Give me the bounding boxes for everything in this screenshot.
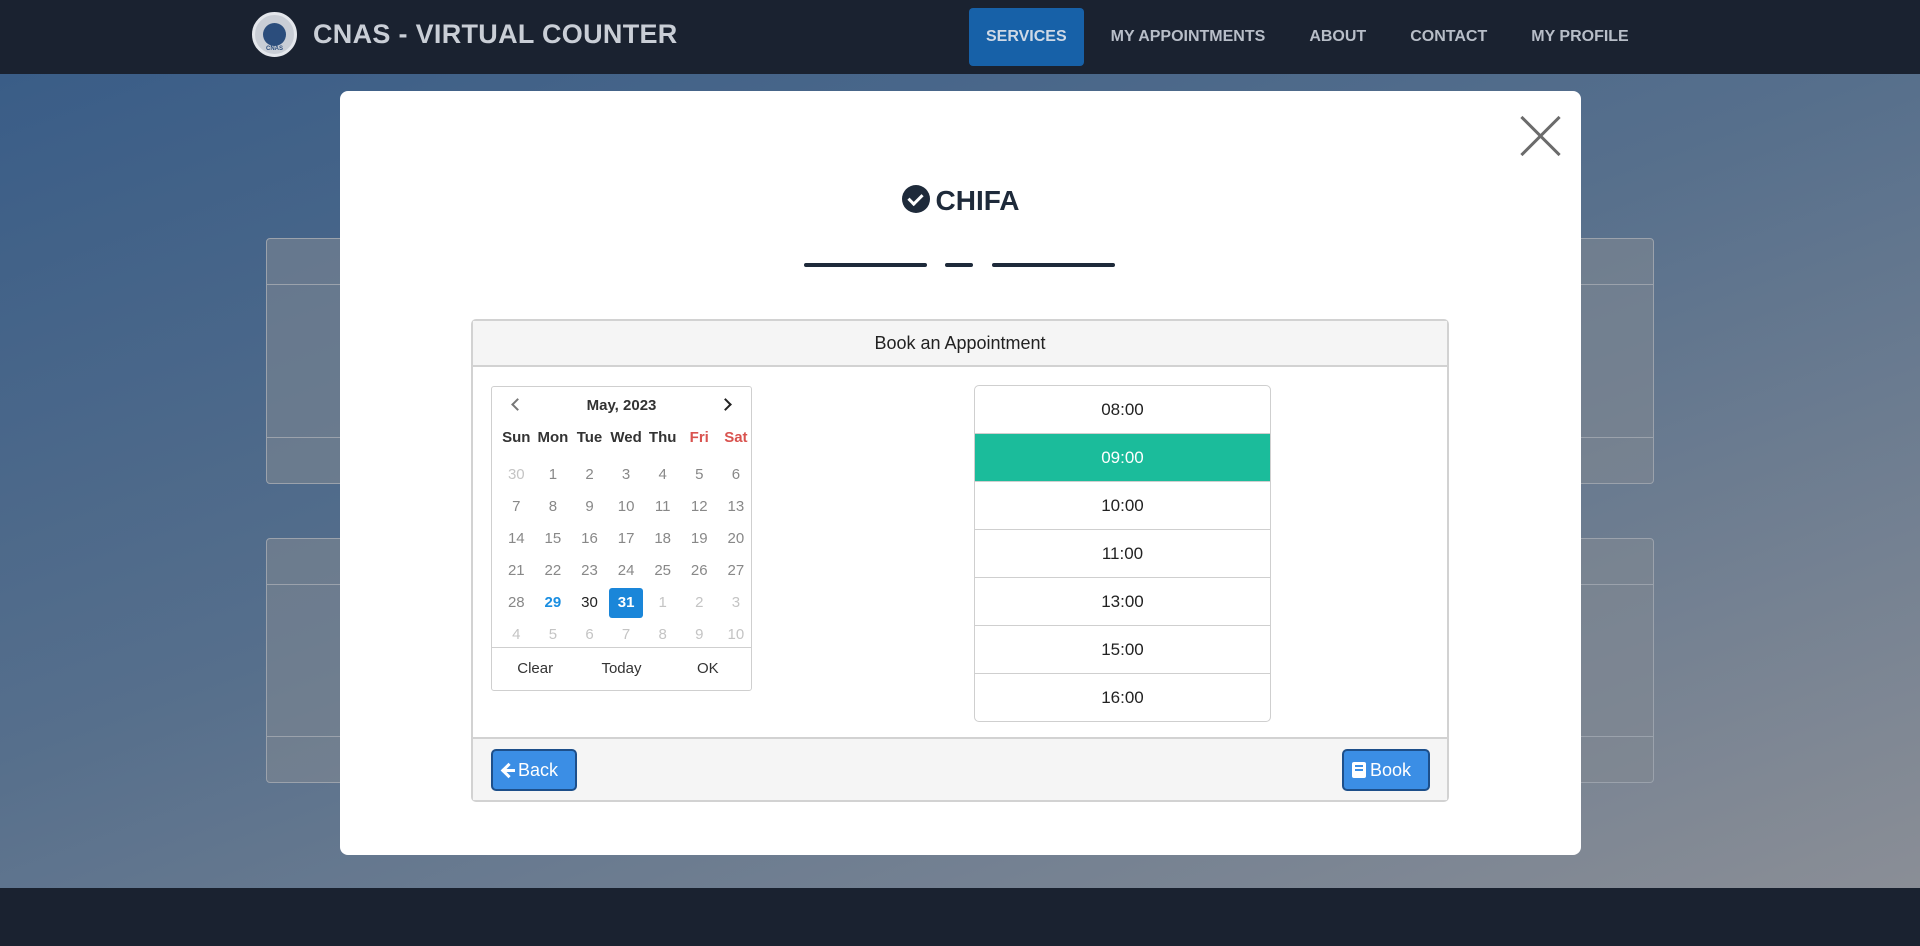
title-divider [945,263,973,267]
time-slot[interactable]: 13:00 [975,578,1270,626]
calendar-day[interactable]: 1 [644,587,681,619]
arrow-left-icon [501,763,515,777]
weekday-label: Wed [610,429,642,446]
panel-header: Book an Appointment [473,321,1447,367]
weekday-label: Sat [724,429,748,446]
title-divider [804,263,927,267]
calendar-day[interactable]: 3 [718,587,755,619]
calendar-today-button[interactable]: Today [578,648,664,690]
calendar-day[interactable]: 25 [644,555,681,587]
date-picker: May, 2023 Sun Mon Tue Wed Thu Fri Sat 30 1 2 3 4 5 6 7… [491,386,752,691]
calendar-day[interactable]: 21 [498,555,535,587]
book-label: Book [1370,760,1412,780]
calendar-day-today[interactable]: 29 [535,587,572,619]
calendar-day[interactable]: 16 [571,523,608,555]
calendar-day[interactable]: 24 [608,555,645,587]
panel-footer: Back Book [473,737,1447,800]
calendar-month-label[interactable]: May, 2023 [492,397,751,414]
calendar-day[interactable]: 14 [498,523,535,555]
calendar-day[interactable]: 10 [608,491,645,523]
nav-item-contact[interactable]: CONTACT [1393,8,1504,66]
nav-item-my-profile[interactable]: MY PROFILE [1514,8,1646,66]
calendar-day[interactable]: 2 [681,587,718,619]
book-icon [1352,762,1366,778]
back-button[interactable]: Back [491,749,577,791]
calendar-day[interactable]: 17 [608,523,645,555]
calendar-day[interactable]: 26 [681,555,718,587]
calendar-ok-button[interactable]: OK [665,648,751,690]
check-circle-icon [901,185,930,213]
top-navbar: CNAS CNAS - VIRTUAL COUNTER SERVICES MY … [0,0,1920,74]
title-divider [992,263,1115,267]
nav-item-services[interactable]: SERVICES [969,8,1084,66]
calendar-day[interactable]: 30 [498,459,535,491]
back-label: Back [518,760,559,780]
time-slot[interactable]: 16:00 [975,674,1270,721]
calendar-day-selected[interactable]: 31 [608,588,644,618]
calendar-day[interactable]: 22 [535,555,572,587]
calendar-day[interactable]: 13 [718,491,755,523]
calendar-day[interactable]: 23 [571,555,608,587]
calendar-header: May, 2023 [492,387,751,423]
nav-item-my-appointments[interactable]: MY APPOINTMENTS [1094,8,1283,66]
calendar-day[interactable]: 28 [498,587,535,619]
service-name: CHIFA [935,185,1020,216]
calendar-day[interactable]: 6 [718,459,755,491]
calendar-day[interactable]: 20 [718,523,755,555]
calendar-day[interactable]: 7 [498,491,535,523]
calendar-grid: Sun Mon Tue Wed Thu Fri Sat 30 1 2 3 4 5 6 7 8 9 10 11 12 13… [498,427,754,651]
nav-menu: SERVICES MY APPOINTMENTS ABOUT CONTACT M… [969,8,1656,66]
time-slot[interactable]: 11:00 [975,530,1270,578]
weekday-label: Fri [689,429,709,446]
calendar-day[interactable]: 19 [681,523,718,555]
calendar-day[interactable]: 8 [535,491,572,523]
booking-panel: Book an Appointment May, 2023 Sun Mon Tue W… [471,319,1449,802]
brand-title: CNAS - VIRTUAL COUNTER [313,19,678,49]
page-footer [0,888,1920,946]
book-button[interactable]: Book [1342,749,1430,791]
calendar-day[interactable]: 30 [571,587,608,619]
weekday-label: Mon [537,429,569,446]
weekday-label: Sun [502,429,531,446]
calendar-day[interactable]: 4 [644,459,681,491]
brand[interactable]: CNAS CNAS - VIRTUAL COUNTER [252,12,678,57]
calendar-day[interactable]: 9 [571,491,608,523]
weekday-label: Tue [576,429,603,446]
time-slot[interactable]: 10:00 [975,482,1270,530]
calendar-day[interactable]: 15 [535,523,572,555]
calendar-day[interactable]: 12 [681,491,718,523]
calendar-day[interactable]: 11 [644,491,681,523]
calendar-day[interactable]: 2 [571,459,608,491]
calendar-day[interactable]: 3 [608,459,645,491]
close-icon[interactable] [1517,113,1563,159]
nav-item-about[interactable]: ABOUT [1292,8,1383,66]
calendar-day[interactable]: 18 [644,523,681,555]
calendar-day[interactable]: 5 [681,459,718,491]
calendar-clear-button[interactable]: Clear [492,648,578,690]
calendar-day[interactable]: 27 [718,555,755,587]
weekday-label: Thu [648,429,677,446]
calendar-day[interactable]: 1 [535,459,572,491]
time-slot-list: 08:00 09:00 10:00 11:00 13:00 15:00 16:00 [974,385,1271,722]
modal-title: CHIFA [340,185,1581,217]
time-slot-selected[interactable]: 09:00 [975,434,1270,482]
time-slot[interactable]: 15:00 [975,626,1270,674]
booking-modal: CHIFA Book an Appointment May, 2023 Sun M… [340,91,1581,855]
calendar-footer: Clear Today OK [492,647,751,690]
cnas-logo: CNAS [252,12,297,57]
time-slot[interactable]: 08:00 [975,386,1270,434]
